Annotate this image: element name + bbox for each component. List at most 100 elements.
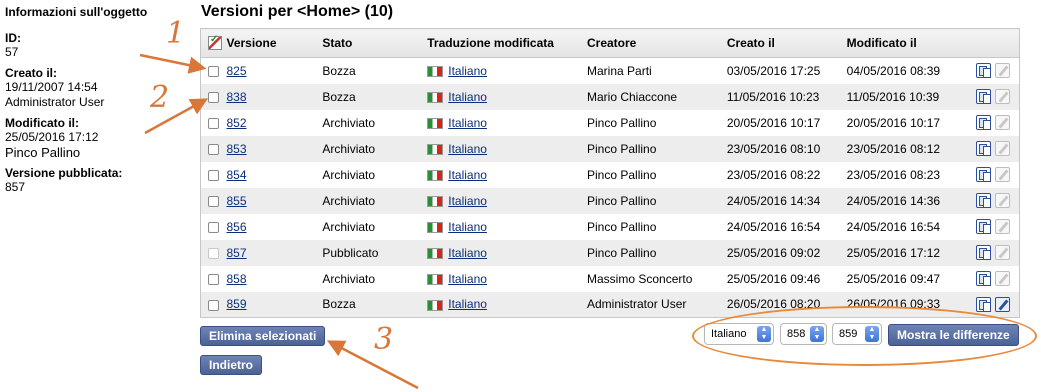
annotation-number-3: 3 — [374, 322, 394, 357]
translation-link[interactable]: Italiano — [448, 272, 487, 286]
copy-version-icon[interactable] — [975, 89, 991, 105]
copy-version-icon[interactable] — [975, 63, 991, 79]
edit-version-icon[interactable] — [994, 167, 1010, 183]
creator-cell: Administrator User — [587, 291, 727, 318]
back-button[interactable]: Indietro — [200, 355, 262, 375]
modified-cell: 23/05/2016 08:12 — [846, 135, 972, 162]
header-created: Creato il — [726, 28, 847, 58]
table-row: 825 Bozza Italiano Marina Parti 03/05/2016 1… — [200, 57, 1020, 84]
translation-link[interactable]: Italiano — [448, 168, 487, 182]
actions-cell — [971, 187, 1020, 214]
edit-version-icon[interactable] — [994, 141, 1010, 157]
table-row: 838 Bozza Italiano Mario Chiaccone 11/05/201… — [200, 83, 1020, 110]
edit-version-icon[interactable] — [994, 219, 1010, 235]
version-cell: 853 — [226, 135, 323, 162]
edit-version-icon[interactable] — [994, 89, 1010, 105]
edit-version-icon[interactable] — [994, 115, 1010, 131]
translation-link[interactable]: Italiano — [448, 64, 487, 78]
row-checkbox[interactable] — [208, 143, 219, 155]
header-actions — [971, 28, 1020, 58]
version-link[interactable]: 854 — [226, 168, 246, 182]
copy-version-icon[interactable] — [975, 115, 991, 131]
flag-italy-icon — [427, 66, 444, 78]
status-cell: Bozza — [322, 83, 428, 110]
modified-by: Pinco Pallino — [5, 145, 81, 160]
translation-cell: Italiano — [427, 213, 587, 240]
version-link[interactable]: 857 — [226, 246, 246, 260]
edit-version-icon[interactable] — [994, 271, 1010, 287]
translation-cell: Italiano — [427, 265, 587, 292]
version-link[interactable]: 838 — [226, 90, 246, 104]
modified-cell: 23/05/2016 08:23 — [846, 161, 972, 188]
version-cell: 857 — [226, 239, 323, 266]
edit-version-icon[interactable] — [994, 296, 1010, 312]
row-select-cell — [200, 109, 227, 136]
row-checkbox[interactable] — [208, 195, 219, 207]
row-checkbox[interactable] — [208, 299, 219, 311]
actions-cell — [971, 213, 1020, 240]
header-translation: Traduzione modificata — [427, 28, 587, 58]
flag-italy-icon — [427, 299, 444, 311]
copy-version-icon[interactable] — [975, 193, 991, 209]
translation-link[interactable]: Italiano — [448, 194, 487, 208]
translation-link[interactable]: Italiano — [448, 116, 487, 130]
version-link[interactable]: 853 — [226, 142, 246, 156]
table-row: 857 Pubblicato Italiano Pinco Pallino 25/05/… — [200, 239, 1020, 266]
flag-italy-icon — [427, 273, 444, 285]
header-status: Stato — [322, 28, 428, 58]
edit-version-icon[interactable] — [994, 193, 1010, 209]
version-link[interactable]: 858 — [226, 272, 246, 286]
row-checkbox[interactable] — [208, 66, 219, 78]
translation-cell: Italiano — [427, 161, 587, 188]
delete-selected-button[interactable]: Elimina selezionati — [200, 326, 326, 346]
creator-cell: Marina Parti — [587, 57, 727, 84]
published-version-label: Versione pubblicata: — [5, 166, 123, 180]
version-link[interactable]: 852 — [226, 116, 246, 130]
status-cell: Archiviato — [322, 187, 428, 214]
row-select-cell — [200, 161, 227, 188]
row-select-cell — [200, 135, 227, 162]
row-select-cell — [200, 83, 227, 110]
translation-link[interactable]: Italiano — [448, 246, 487, 260]
created-cell: 25/05/2016 09:02 — [726, 239, 847, 266]
row-checkbox[interactable] — [208, 169, 219, 181]
version-link[interactable]: 855 — [226, 194, 246, 208]
version-link[interactable]: 856 — [226, 220, 246, 234]
created-cell: 23/05/2016 08:10 — [726, 135, 847, 162]
select-all-icon[interactable] — [208, 34, 222, 51]
actions-cell — [971, 109, 1020, 136]
version-cell: 854 — [226, 161, 323, 188]
flag-italy-icon — [427, 195, 444, 207]
copy-version-icon[interactable] — [975, 296, 991, 312]
translation-link[interactable]: Italiano — [448, 297, 487, 311]
row-checkbox[interactable] — [208, 247, 219, 259]
version-link[interactable]: 859 — [226, 297, 246, 311]
flag-italy-icon — [427, 117, 444, 129]
created-cell: 24/05/2016 16:54 — [726, 213, 847, 240]
copy-version-icon[interactable] — [975, 245, 991, 261]
published-version-value: 857 — [5, 180, 26, 194]
copy-version-icon[interactable] — [975, 141, 991, 157]
edit-version-icon[interactable] — [994, 63, 1010, 79]
page-title: Versioni per <Home> (10) — [201, 3, 394, 20]
translation-link[interactable]: Italiano — [448, 142, 487, 156]
row-checkbox[interactable] — [208, 221, 219, 233]
translation-link[interactable]: Italiano — [448, 220, 487, 234]
copy-version-icon[interactable] — [975, 167, 991, 183]
edit-version-icon[interactable] — [994, 245, 1010, 261]
version-link[interactable]: 825 — [226, 64, 246, 78]
sidebar-heading: Informazioni sull'oggetto — [5, 5, 148, 19]
row-checkbox[interactable] — [208, 273, 219, 285]
copy-version-icon[interactable] — [975, 271, 991, 287]
table-header-row: Versione Stato Traduzione modificata Cre… — [200, 28, 1020, 58]
row-checkbox[interactable] — [208, 91, 219, 103]
translation-cell: Italiano — [427, 135, 587, 162]
flag-italy-icon — [427, 91, 444, 103]
select-all-cell — [200, 28, 227, 58]
flag-italy-icon — [427, 247, 444, 259]
row-checkbox[interactable] — [208, 117, 219, 129]
status-cell: Archiviato — [322, 161, 428, 188]
translation-link[interactable]: Italiano — [448, 90, 487, 104]
copy-version-icon[interactable] — [975, 219, 991, 235]
flag-italy-icon — [427, 143, 444, 155]
